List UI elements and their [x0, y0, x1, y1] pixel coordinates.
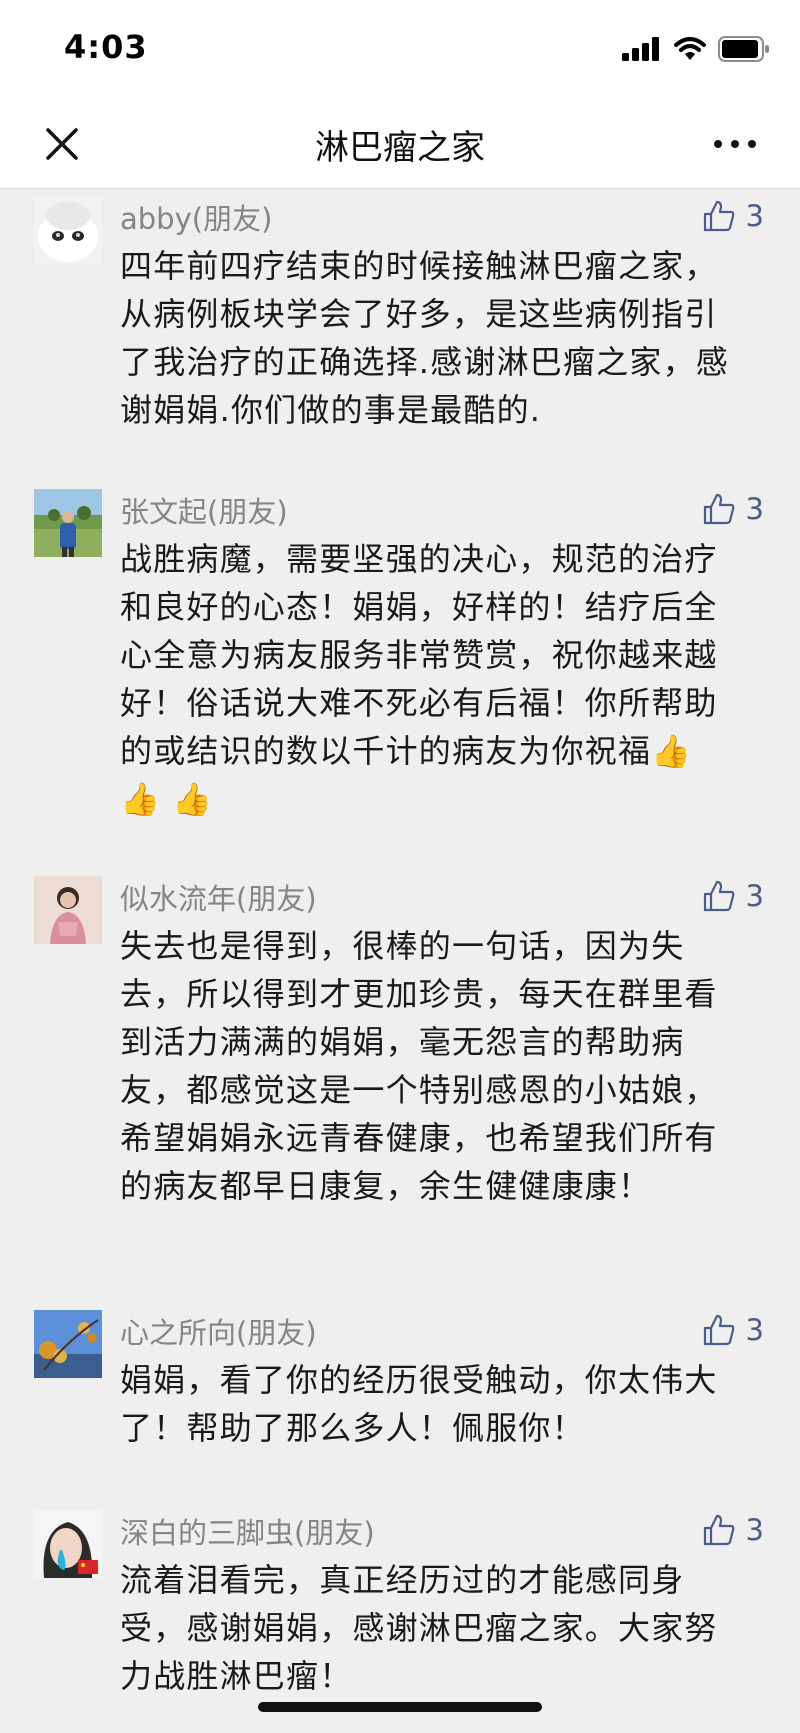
- home-indicator[interactable]: [258, 1702, 542, 1712]
- avatar[interactable]: [34, 876, 102, 944]
- thumbs-up-icon: [703, 200, 734, 232]
- comment-text: 战胜病魔，需要坚强的决心，规范的治疗和良好的心态！娟娟，好样的！结疗后全心全意为…: [120, 540, 718, 818]
- comment-text: 娟娟，看了你的经历很受触动，你太伟大了！帮助了那么多人！佩服你！: [120, 1361, 718, 1447]
- avatar[interactable]: [34, 489, 102, 557]
- avatar[interactable]: [34, 1310, 102, 1378]
- like-button[interactable]: 3: [702, 1310, 764, 1350]
- thumbs-up-icon: [703, 880, 734, 912]
- comment-author: 似水流年(朋友): [120, 882, 317, 916]
- signal-icon: [622, 37, 659, 61]
- comment-text: 流着泪看完，真正经历过的才能感同身受，感谢娟娟，感谢淋巴瘤之家。大家努力战胜淋巴…: [120, 1561, 718, 1695]
- like-button[interactable]: 3: [702, 1510, 764, 1550]
- more-icon[interactable]: [710, 122, 760, 166]
- comment-text: 失去也是得到，很棒的一句话，因为失去，所以得到才更加珍贵，每天在群里看到活力满满…: [120, 927, 718, 1205]
- like-button[interactable]: 3: [702, 196, 764, 236]
- status-time: 4:03: [64, 28, 148, 66]
- comment-author: 深白的三脚虫(朋友): [120, 1516, 375, 1550]
- like-count: 3: [745, 492, 764, 526]
- like-count: 3: [745, 1313, 764, 1347]
- comment-author: abby(朋友): [120, 202, 273, 236]
- avatar[interactable]: [34, 196, 102, 264]
- like-count: 3: [745, 879, 764, 913]
- comment-text: 四年前四疗结束的时候接触淋巴瘤之家，从病例板块学会了好多，是这些病例指引了我治疗…: [120, 247, 729, 429]
- thumbs-up-icon: [703, 1514, 734, 1546]
- page-title: 淋巴瘤之家: [315, 128, 485, 168]
- comment-author: 心之所向(朋友): [120, 1316, 317, 1350]
- like-button[interactable]: 3: [702, 489, 764, 529]
- battery-icon: [718, 36, 769, 62]
- status-icons: [622, 34, 770, 64]
- comment-author: 张文起(朋友): [120, 495, 288, 529]
- avatar[interactable]: [34, 1510, 102, 1578]
- status-bar: 4:03: [0, 0, 800, 100]
- like-count: 3: [745, 199, 764, 233]
- like-count: 3: [745, 1513, 764, 1547]
- thumbs-up-icon: [703, 493, 734, 525]
- thumbs-up-icon: [703, 1314, 734, 1346]
- wifi-icon: [674, 37, 706, 60]
- like-button[interactable]: 3: [702, 876, 764, 916]
- nav-bar: 淋巴瘤之家: [0, 100, 800, 189]
